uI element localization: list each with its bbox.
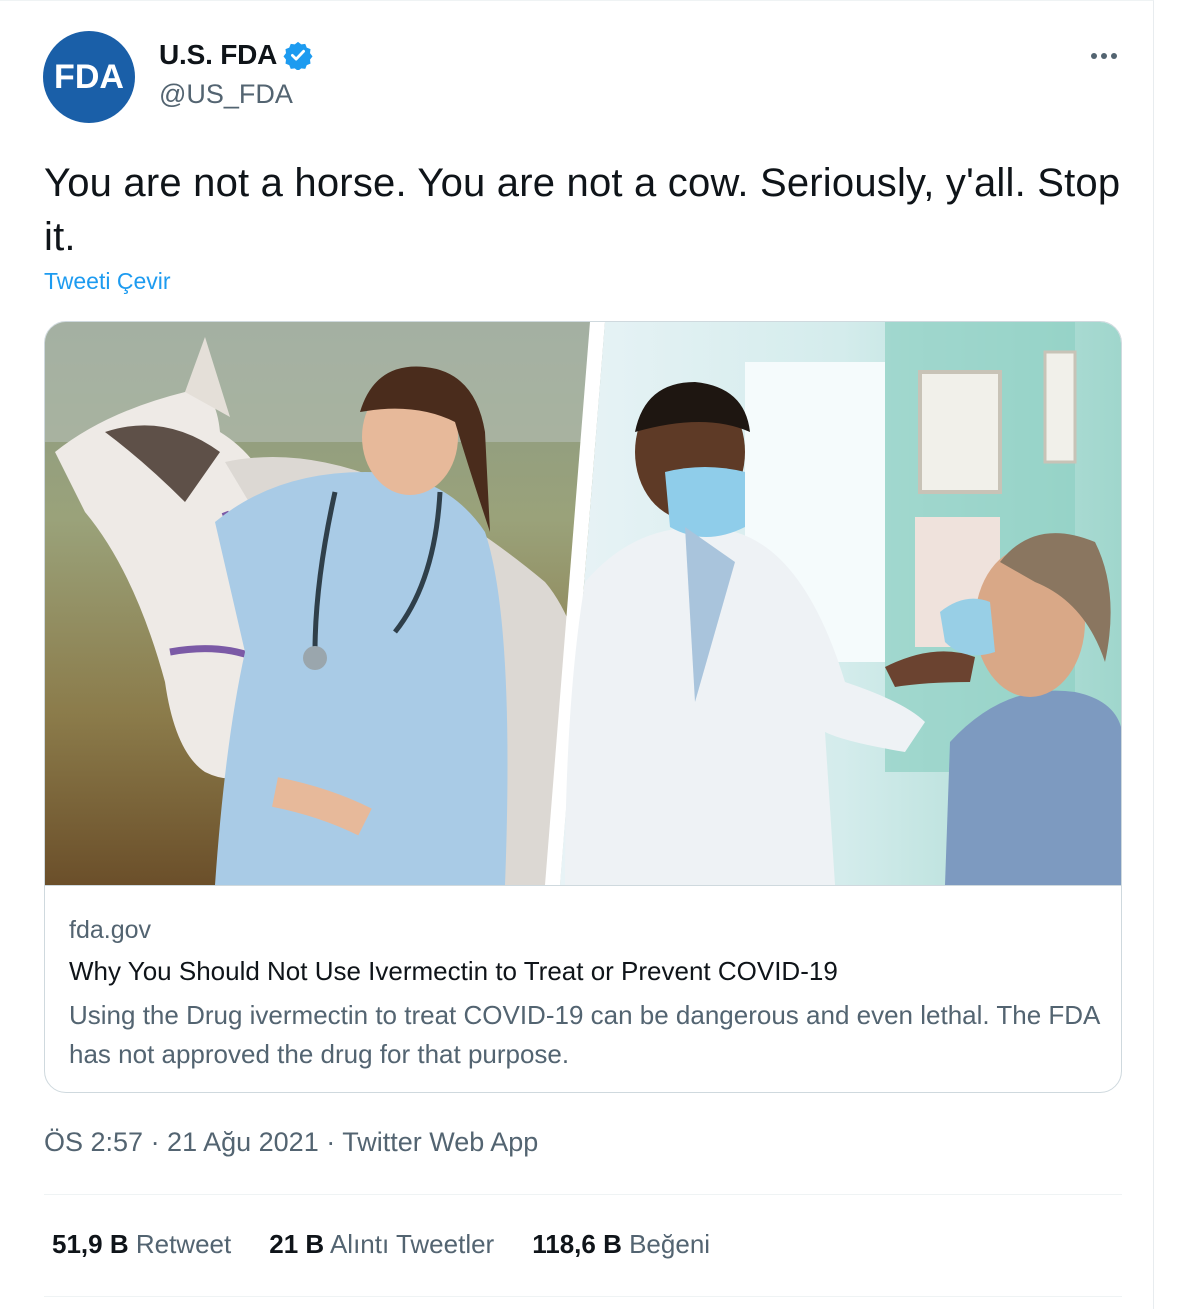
quote-tweet-count[interactable]: 21 B Alıntı Tweetler xyxy=(269,1229,494,1260)
retweet-count[interactable]: 51,9 B Retweet xyxy=(52,1229,231,1260)
link-card-description: Using the Drug ivermectin to treat COVID… xyxy=(69,1000,1099,1069)
tweet-stats: 51,9 B Retweet 21 B Alıntı Tweetler 118,… xyxy=(52,1229,748,1260)
translate-tweet-link[interactable]: Tweeti Çevir xyxy=(44,268,171,295)
link-card-title: Why You Should Not Use Ivermectin to Tre… xyxy=(69,956,838,986)
svg-text:FDA: FDA xyxy=(54,58,124,96)
author-name-row: U.S. FDA xyxy=(159,39,313,71)
like-count[interactable]: 118,6 B Beğeni xyxy=(532,1229,710,1260)
divider xyxy=(44,1194,1122,1195)
divider xyxy=(44,1296,1122,1297)
link-card[interactable]: fda.gov Why You Should Not Use Ivermecti… xyxy=(44,321,1122,1093)
fda-logo: FDA xyxy=(54,58,124,96)
link-card-image[interactable] xyxy=(45,322,1121,885)
display-name[interactable]: U.S. FDA xyxy=(159,39,277,71)
tweet-text: You are not a horse. You are not a cow. … xyxy=(44,161,1121,259)
tweet-timestamp[interactable]: ÖS 2:57 · 21 Ağu 2021 · Twitter Web App xyxy=(44,1127,538,1158)
tweet-detail: FDA U.S. FDA @US_FDA You are not a horse… xyxy=(0,0,1154,1309)
link-card-domain: fda.gov xyxy=(69,916,152,944)
verified-badge-icon xyxy=(283,40,313,71)
veterinarian-with-horse-photo xyxy=(45,322,605,885)
avatar[interactable]: FDA xyxy=(43,31,135,123)
link-card-body[interactable]: fda.gov Why You Should Not Use Ivermecti… xyxy=(45,885,1121,1092)
doctor-with-patient-masks-photo xyxy=(560,322,1121,885)
more-horizontal-icon[interactable] xyxy=(1086,41,1122,71)
user-handle[interactable]: @US_FDA xyxy=(159,79,293,110)
